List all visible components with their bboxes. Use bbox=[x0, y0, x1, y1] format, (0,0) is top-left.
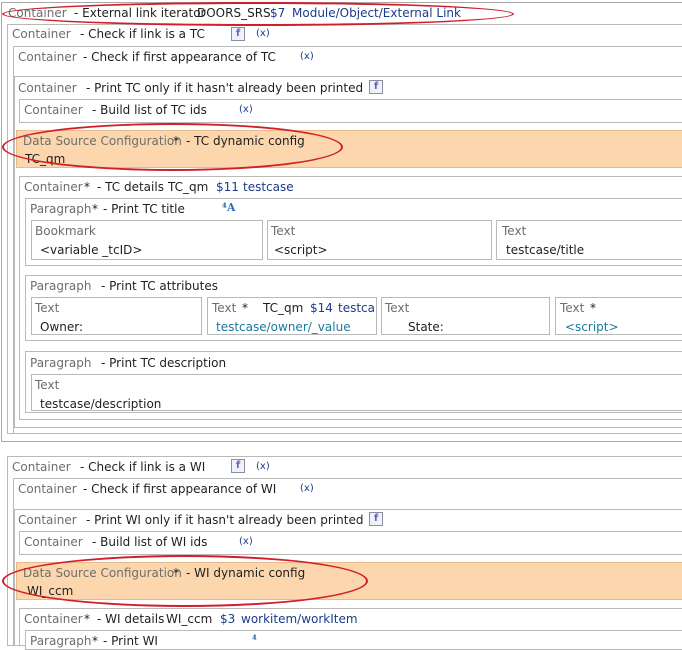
container-desc: - Build list of WI ids bbox=[92, 535, 208, 549]
data-source-label: Data Source Configuration bbox=[23, 134, 182, 148]
container-number: $3 bbox=[220, 612, 236, 626]
clear-icon[interactable]: (x) bbox=[256, 460, 270, 474]
container-path: testcase bbox=[243, 180, 294, 194]
text-label: Text bbox=[35, 378, 60, 392]
container-desc: - TC details bbox=[97, 180, 164, 194]
container-label: Container bbox=[24, 103, 83, 117]
text-star: * bbox=[242, 301, 248, 315]
container-label: Container bbox=[24, 612, 83, 626]
container-desc: - External link iterator bbox=[74, 6, 206, 20]
container-desc: - Build list of TC ids bbox=[92, 103, 207, 117]
paragraph-label: Paragraph bbox=[30, 634, 92, 648]
clear-icon[interactable]: (x) bbox=[239, 103, 253, 117]
script-edit-icon[interactable]: f bbox=[231, 459, 245, 473]
container-desc: - Check if link is a TC bbox=[80, 27, 205, 41]
container-label: Container bbox=[12, 27, 71, 41]
data-source-label: Data Source Configuration bbox=[23, 566, 182, 580]
data-source-desc: - WI dynamic config bbox=[186, 566, 306, 580]
container-star: * bbox=[84, 180, 90, 194]
text-value: <script> bbox=[274, 243, 328, 257]
clear-icon[interactable]: (x) bbox=[239, 535, 253, 549]
font-size-icon[interactable]: ⁴ bbox=[252, 633, 257, 646]
script-edit-icon[interactable]: f bbox=[369, 512, 383, 526]
text-value: testcase/owner/_value bbox=[216, 320, 351, 334]
container-path: Module/Object/External Link bbox=[292, 6, 461, 20]
clear-icon[interactable]: (x) bbox=[300, 50, 314, 64]
paragraph-label: Paragraph bbox=[30, 356, 92, 370]
container-label: Container bbox=[18, 50, 77, 64]
clear-icon[interactable]: (x) bbox=[256, 27, 270, 41]
paragraph-desc: - Print TC description bbox=[101, 356, 227, 370]
container-desc: - Print WI only if it hasn't already bee… bbox=[86, 513, 364, 527]
container-desc: - Check if first appearance of WI bbox=[83, 482, 277, 496]
container-number: $7 bbox=[270, 6, 286, 20]
text-value: State: bbox=[408, 320, 444, 334]
container-label: Container bbox=[18, 513, 77, 527]
text-label: Text bbox=[35, 301, 60, 315]
container-source: TC_qm bbox=[168, 180, 209, 194]
data-source-value: WI_ccm bbox=[27, 584, 74, 598]
data-source-star: * bbox=[173, 134, 179, 148]
script-edit-icon[interactable]: f bbox=[369, 80, 383, 94]
container-label: Container bbox=[24, 535, 83, 549]
paragraph-star: * bbox=[92, 634, 98, 648]
text-value: testcase/description bbox=[40, 397, 162, 411]
text-source: TC_qm bbox=[263, 301, 304, 315]
text-label: Text bbox=[212, 301, 237, 315]
text-star: * bbox=[590, 301, 596, 315]
paragraph-label: Paragraph bbox=[30, 202, 92, 216]
text-label: Text bbox=[385, 301, 410, 315]
container-label: Container bbox=[18, 482, 77, 496]
container-desc: - Print TC only if it hasn't already bee… bbox=[86, 81, 364, 95]
paragraph-desc: - Print TC attributes bbox=[101, 279, 218, 293]
paragraph-star: * bbox=[92, 202, 98, 216]
text-label: Text bbox=[560, 301, 585, 315]
text-path: testcas bbox=[338, 301, 375, 315]
text-value: Owner: bbox=[40, 320, 84, 334]
container-star: * bbox=[84, 612, 90, 626]
font-size-icon[interactable]: ⁴A bbox=[222, 201, 235, 214]
container-number: $11 bbox=[216, 180, 239, 194]
script-edit-icon[interactable]: f bbox=[231, 27, 245, 41]
container-source: WI_ccm bbox=[166, 612, 213, 626]
text-label: Text bbox=[502, 224, 527, 238]
container-desc: - Check if link is a WI bbox=[80, 460, 206, 474]
container-label: Container bbox=[24, 180, 83, 194]
container-desc: - WI details bbox=[97, 612, 165, 626]
clear-icon[interactable]: (x) bbox=[300, 482, 314, 496]
text-value: <script> bbox=[565, 320, 619, 334]
paragraph-desc: - Print WI bbox=[103, 634, 158, 648]
bookmark-label: Bookmark bbox=[35, 224, 96, 238]
container-label: Container bbox=[18, 81, 77, 95]
text-label: Text bbox=[271, 224, 296, 238]
data-source-value: TC_qm bbox=[25, 152, 66, 166]
data-source-star: * bbox=[173, 566, 179, 580]
text-number: $14 bbox=[310, 301, 333, 315]
paragraph-label: Paragraph bbox=[30, 279, 92, 293]
container-path: workitem/workItem bbox=[241, 612, 358, 626]
container-source: DOORS_SRS bbox=[197, 6, 271, 20]
paragraph-desc: - Print TC title bbox=[103, 202, 185, 216]
container-desc: - Check if first appearance of TC bbox=[83, 50, 276, 64]
container-label: Container bbox=[12, 460, 71, 474]
text-value: testcase/title bbox=[506, 243, 585, 257]
data-source-desc: - TC dynamic config bbox=[186, 134, 305, 148]
bookmark-value: <variable _tcID> bbox=[40, 243, 143, 257]
container-label: Container bbox=[8, 6, 67, 20]
